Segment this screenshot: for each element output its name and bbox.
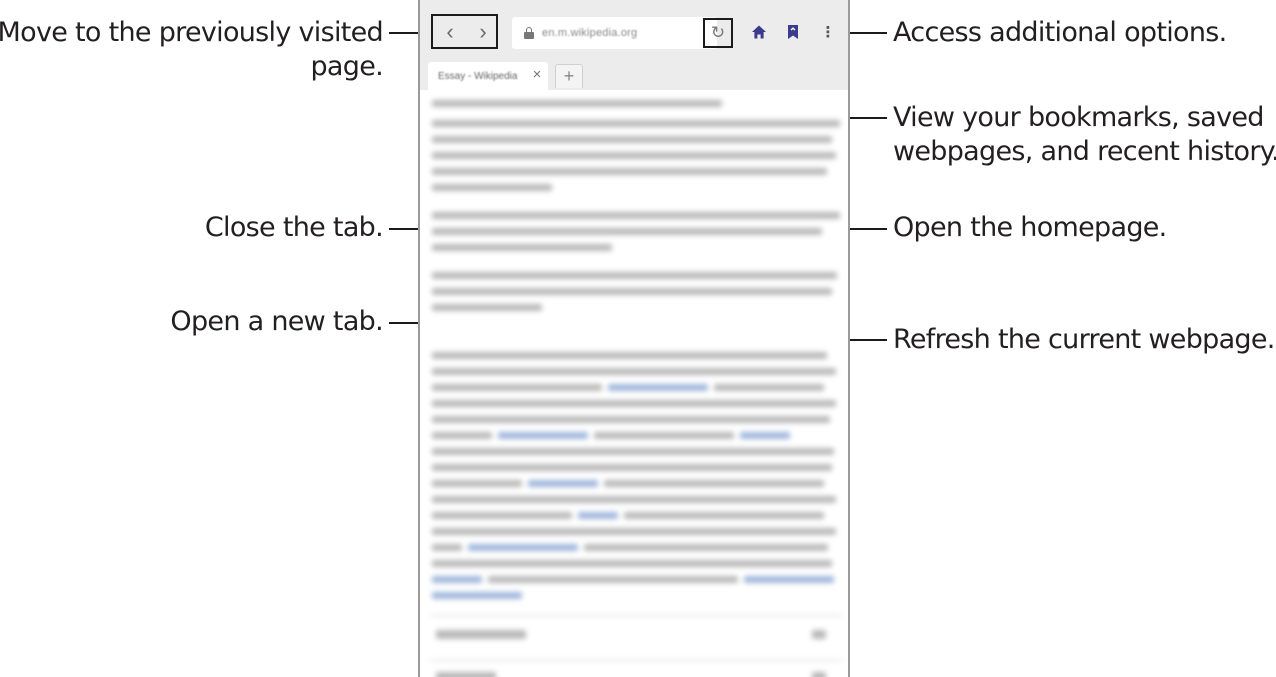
lock-icon — [524, 27, 534, 39]
tab-title: Essay - Wikipedia — [438, 70, 518, 82]
more-options-button[interactable]: ⋮ — [818, 22, 838, 42]
bookmarks-button[interactable] — [783, 22, 803, 42]
callout-bookmarks-line2: webpages, and recent history. — [893, 136, 1276, 167]
home-button[interactable] — [749, 22, 769, 42]
new-tab-button[interactable]: + — [555, 64, 583, 88]
callout-more-label: Access additional options. — [893, 17, 1227, 48]
browser-screenshot: ‹ › en.m.wikipedia.org ↻ ⋮ Essay - Wikip… — [418, 0, 850, 677]
callout-close-tab-label: Close the tab. — [204, 212, 384, 243]
bookmark-icon — [788, 25, 798, 39]
page-content-blurred — [420, 90, 848, 677]
address-bar[interactable]: en.m.wikipedia.org — [512, 17, 717, 49]
browser-toolbar: ‹ › en.m.wikipedia.org ↻ ⋮ Essay - Wikip… — [420, 0, 848, 90]
forward-button[interactable]: › — [470, 19, 496, 45]
callout-bookmarks-line1: View your bookmarks, saved — [893, 102, 1264, 133]
browser-tab[interactable]: Essay - Wikipedia × — [428, 62, 548, 90]
callout-back-label: Move to the previously visited page. — [0, 16, 384, 84]
refresh-button[interactable]: ↻ — [705, 20, 731, 46]
close-tab-button[interactable]: × — [530, 67, 544, 83]
callout-back-line1: Move to the previously visited — [0, 17, 384, 48]
callout-back-line2: page. — [310, 51, 383, 82]
url-text: en.m.wikipedia.org — [542, 27, 638, 39]
callout-new-tab-label: Open a new tab. — [170, 306, 383, 337]
callout-refresh-label: Refresh the current webpage. — [893, 324, 1275, 355]
home-icon — [752, 25, 766, 39]
callout-home-label: Open the homepage. — [893, 212, 1167, 243]
back-button[interactable]: ‹ — [437, 19, 463, 45]
callout-bookmarks-label: View your bookmarks, saved webpages, and… — [893, 101, 1276, 169]
